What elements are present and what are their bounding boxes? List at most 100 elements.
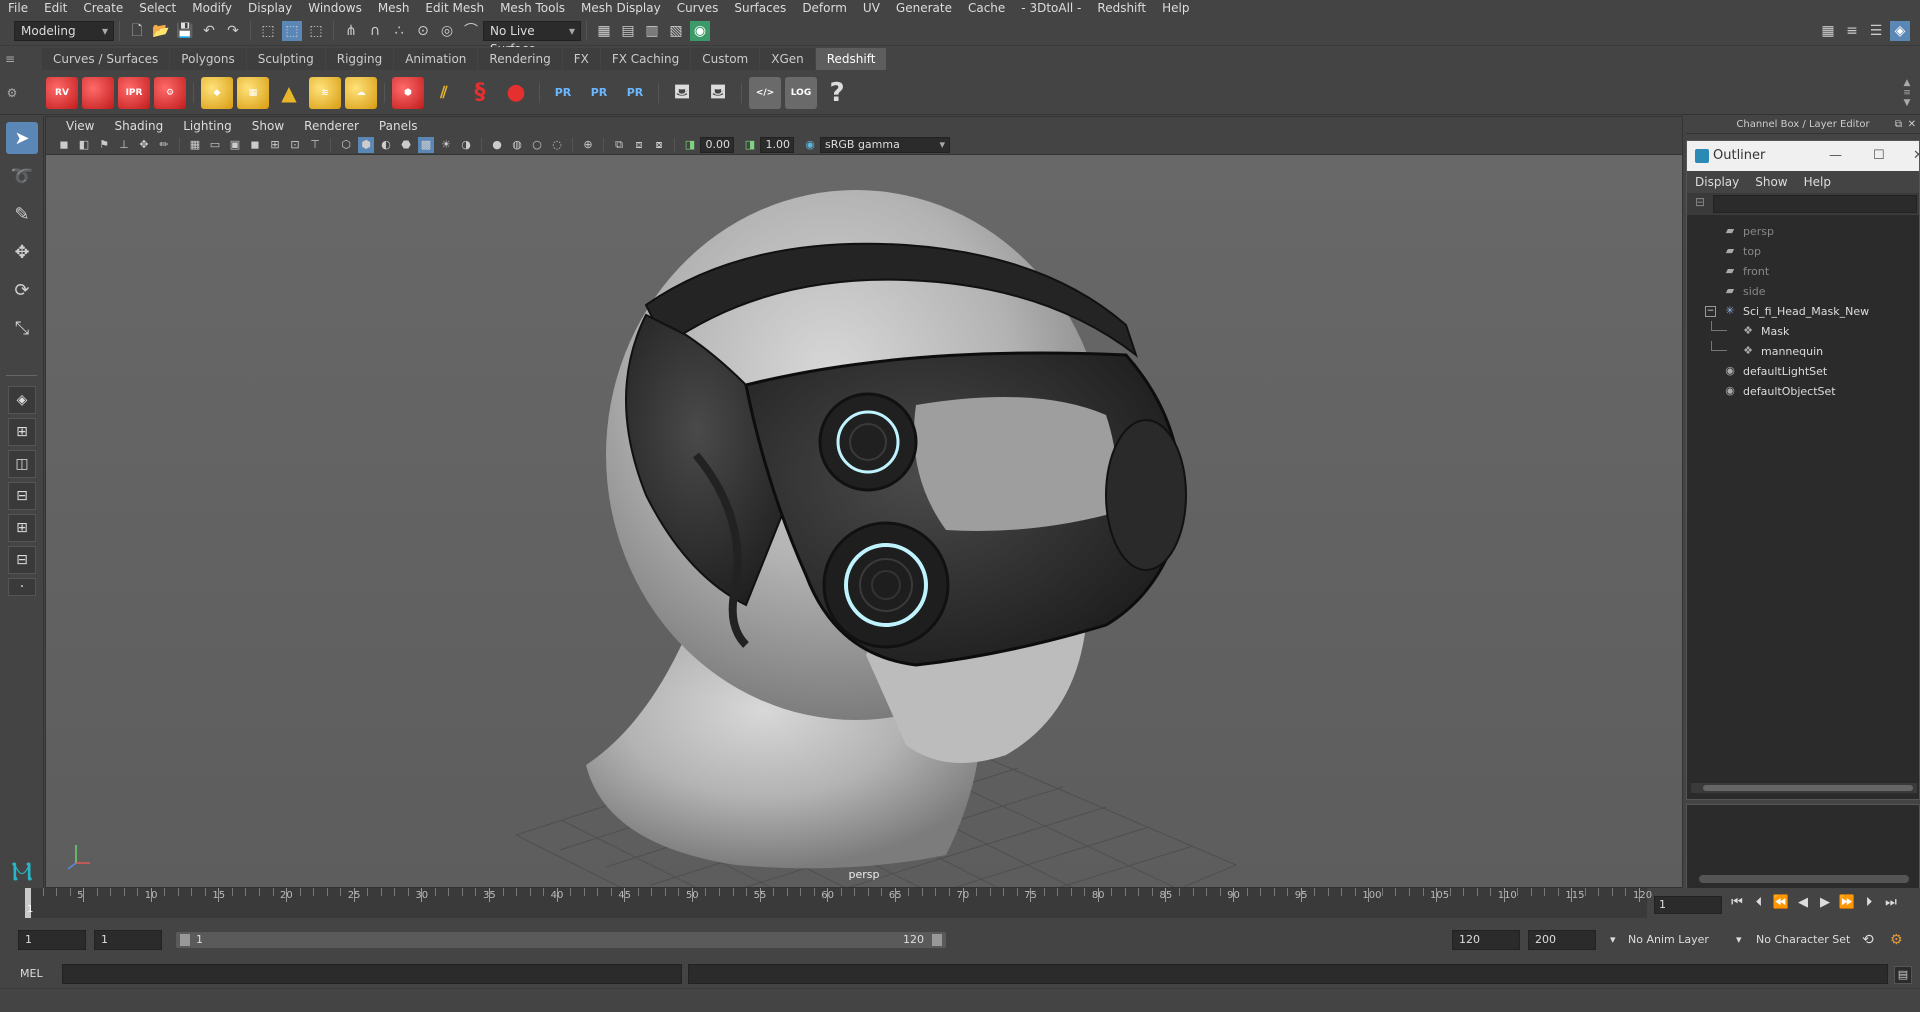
- shelf-tab[interactable]: XGen: [760, 48, 815, 70]
- snap-curve-icon[interactable]: ∩: [365, 21, 385, 41]
- float-icon[interactable]: ⧉: [1895, 116, 1902, 134]
- redshift-pr-button-2[interactable]: PR: [583, 77, 615, 109]
- redshift-ipr-button[interactable]: IPR: [118, 76, 150, 109]
- two-d-pan-icon[interactable]: ✥: [136, 137, 152, 153]
- menu-item[interactable]: Edit Mesh: [417, 0, 492, 16]
- rotate-tool-icon[interactable]: ⟳: [6, 274, 38, 306]
- shelf-tab[interactable]: Rigging: [325, 48, 394, 70]
- safe-action-icon[interactable]: ⊡: [287, 137, 303, 153]
- animation-preferences-icon[interactable]: ⚙: [1890, 930, 1910, 950]
- redshift-sun-light-button[interactable]: ☁: [345, 76, 377, 109]
- default-material-icon[interactable]: ◐: [378, 137, 394, 153]
- help-icon[interactable]: ?: [821, 77, 853, 109]
- panel-menu-item[interactable]: Shading: [104, 117, 173, 135]
- menu-item[interactable]: Curves: [669, 0, 727, 16]
- snap-view-icon[interactable]: ⊙: [413, 21, 433, 41]
- outliner-menu-item[interactable]: Display: [1687, 171, 1747, 193]
- shelf-settings-icon[interactable]: ⚙: [0, 86, 24, 100]
- character-set-dropdown[interactable]: No Character Set: [1756, 930, 1866, 950]
- go-to-start-icon[interactable]: ⏮: [1726, 894, 1748, 912]
- select-tool-icon[interactable]: ➤: [6, 122, 38, 154]
- outliner-item[interactable]: ◉ defaultObjectSet: [1687, 381, 1919, 401]
- command-input[interactable]: [62, 964, 682, 984]
- menu-item[interactable]: Select: [131, 0, 184, 16]
- channel-box-header[interactable]: Channel Box / Layer Editor ⧉ ✕: [1686, 116, 1920, 134]
- redshift-render-button[interactable]: [82, 76, 114, 109]
- grease-pencil-icon[interactable]: ✏: [156, 137, 172, 153]
- gamma-field[interactable]: 1.00: [760, 136, 794, 153]
- redshift-spot-light-button[interactable]: ▲: [273, 77, 305, 109]
- panel-menu-item[interactable]: Lighting: [173, 117, 242, 135]
- smooth-shade-icon[interactable]: ⬢: [358, 136, 374, 153]
- outliner-horizontal-scrollbar[interactable]: [1691, 783, 1917, 793]
- gamma-icon[interactable]: ◨: [742, 137, 758, 153]
- depth-of-field-icon[interactable]: ◌: [549, 137, 565, 153]
- playback-end-field[interactable]: 120: [1452, 930, 1520, 950]
- open-scene-icon[interactable]: 📂: [151, 21, 171, 41]
- menu-item[interactable]: Help: [1154, 0, 1197, 16]
- range-end-handle[interactable]: [932, 934, 942, 946]
- camera-select-icon[interactable]: ◼: [56, 137, 72, 153]
- use-lights-icon[interactable]: ☀: [438, 137, 454, 153]
- exposure-field[interactable]: 0.00: [700, 136, 734, 153]
- current-frame-field[interactable]: 1: [1654, 896, 1722, 914]
- shelf-scroll-icon[interactable]: ▲ ≡ ▼: [1900, 78, 1914, 108]
- workspace-icon[interactable]: ▦: [1818, 21, 1838, 41]
- auto-key-icon[interactable]: ⟲: [1862, 930, 1882, 950]
- graph-persp-layout-icon[interactable]: ⊟: [8, 546, 36, 574]
- resolution-gate-icon[interactable]: ▣: [227, 137, 243, 153]
- xray-components-icon[interactable]: ⧇: [651, 137, 667, 153]
- redo-icon[interactable]: ↷: [223, 21, 243, 41]
- live-surface-field[interactable]: No Live Surface: [483, 20, 581, 56]
- step-back-key-icon[interactable]: ⏪: [1770, 894, 1792, 912]
- collapse-icon[interactable]: −: [1705, 305, 1716, 317]
- four-pane-layout-icon[interactable]: ⊞: [8, 418, 36, 446]
- menu-item[interactable]: Surfaces: [726, 0, 794, 16]
- outliner-persp-layout-icon[interactable]: ⊟: [8, 482, 36, 510]
- wireframe-icon[interactable]: ⬡: [338, 137, 354, 153]
- outliner-item[interactable]: ▰ top: [1687, 241, 1919, 261]
- outliner-menu-item[interactable]: Show: [1747, 171, 1795, 193]
- redshift-script-button[interactable]: </>: [749, 76, 781, 109]
- channel-box-icon[interactable]: ◈: [1890, 20, 1910, 41]
- character-set-menu-icon[interactable]: ▾: [1736, 930, 1750, 950]
- maximize-icon[interactable]: ☐: [1873, 141, 1885, 171]
- outliner-item[interactable]: ◉ defaultLightSet: [1687, 361, 1919, 381]
- range-bar[interactable]: 1 120: [176, 932, 946, 948]
- panel-menu-item[interactable]: View: [56, 117, 104, 135]
- xray-icon[interactable]: ⧉: [611, 137, 627, 153]
- menu-item[interactable]: - 3DtoAll -: [1013, 0, 1089, 16]
- close-icon[interactable]: ✕: [1908, 116, 1916, 134]
- shelf-tab[interactable]: FX Caching: [600, 48, 691, 70]
- close-icon[interactable]: ✕: [1913, 141, 1920, 171]
- exposure-icon[interactable]: ◨: [682, 137, 698, 153]
- script-language-toggle[interactable]: MEL: [20, 966, 43, 982]
- gate-mask-icon[interactable]: ◼: [247, 137, 263, 153]
- menu-item[interactable]: Modify: [184, 0, 240, 16]
- lasso-tool-icon[interactable]: ➰: [6, 160, 38, 192]
- select-object-icon[interactable]: ⬚: [282, 20, 302, 41]
- outliner-item[interactable]: − ✳ Sci_fi_Head_Mask_New: [1687, 301, 1919, 321]
- render-settings-icon[interactable]: ▧: [666, 21, 686, 41]
- redshift-pr-button-3[interactable]: PR: [619, 77, 651, 109]
- magnet-icon[interactable]: ⌒: [461, 21, 481, 41]
- image-plane-icon[interactable]: ⊥: [116, 137, 132, 153]
- isolate-select-icon[interactable]: ⊕: [580, 137, 596, 153]
- anti-aliasing-icon[interactable]: ○: [529, 137, 545, 153]
- timeline-track[interactable]: 5 10 15 20 25 30 35 40 45 50 55 60 65 70 75 80 85 90 95 100…: [25, 888, 1652, 918]
- anim-layer-menu-icon[interactable]: ▾: [1610, 930, 1624, 950]
- menu-item[interactable]: Create: [75, 0, 131, 16]
- shadows-icon[interactable]: ◑: [458, 137, 474, 153]
- outliner-title-bar[interactable]: Outliner — ☐ ✕: [1687, 141, 1920, 171]
- mode-dropdown[interactable]: Modeling: [14, 20, 114, 41]
- anim-layer-dropdown[interactable]: No Anim Layer: [1628, 930, 1738, 950]
- outliner-item[interactable]: ▰ persp: [1687, 221, 1919, 241]
- field-chart-icon[interactable]: ⊞: [267, 137, 283, 153]
- snap-point-icon[interactable]: ∴: [389, 21, 409, 41]
- hypershade-icon[interactable]: ◉: [690, 20, 710, 41]
- redshift-rect-light-button[interactable]: ◆: [201, 76, 233, 109]
- menu-item[interactable]: File: [0, 0, 36, 16]
- redshift-volume-button[interactable]: §: [464, 77, 496, 109]
- menu-item[interactable]: Deform: [794, 0, 855, 16]
- screen-space-ao-icon[interactable]: ●: [489, 137, 505, 153]
